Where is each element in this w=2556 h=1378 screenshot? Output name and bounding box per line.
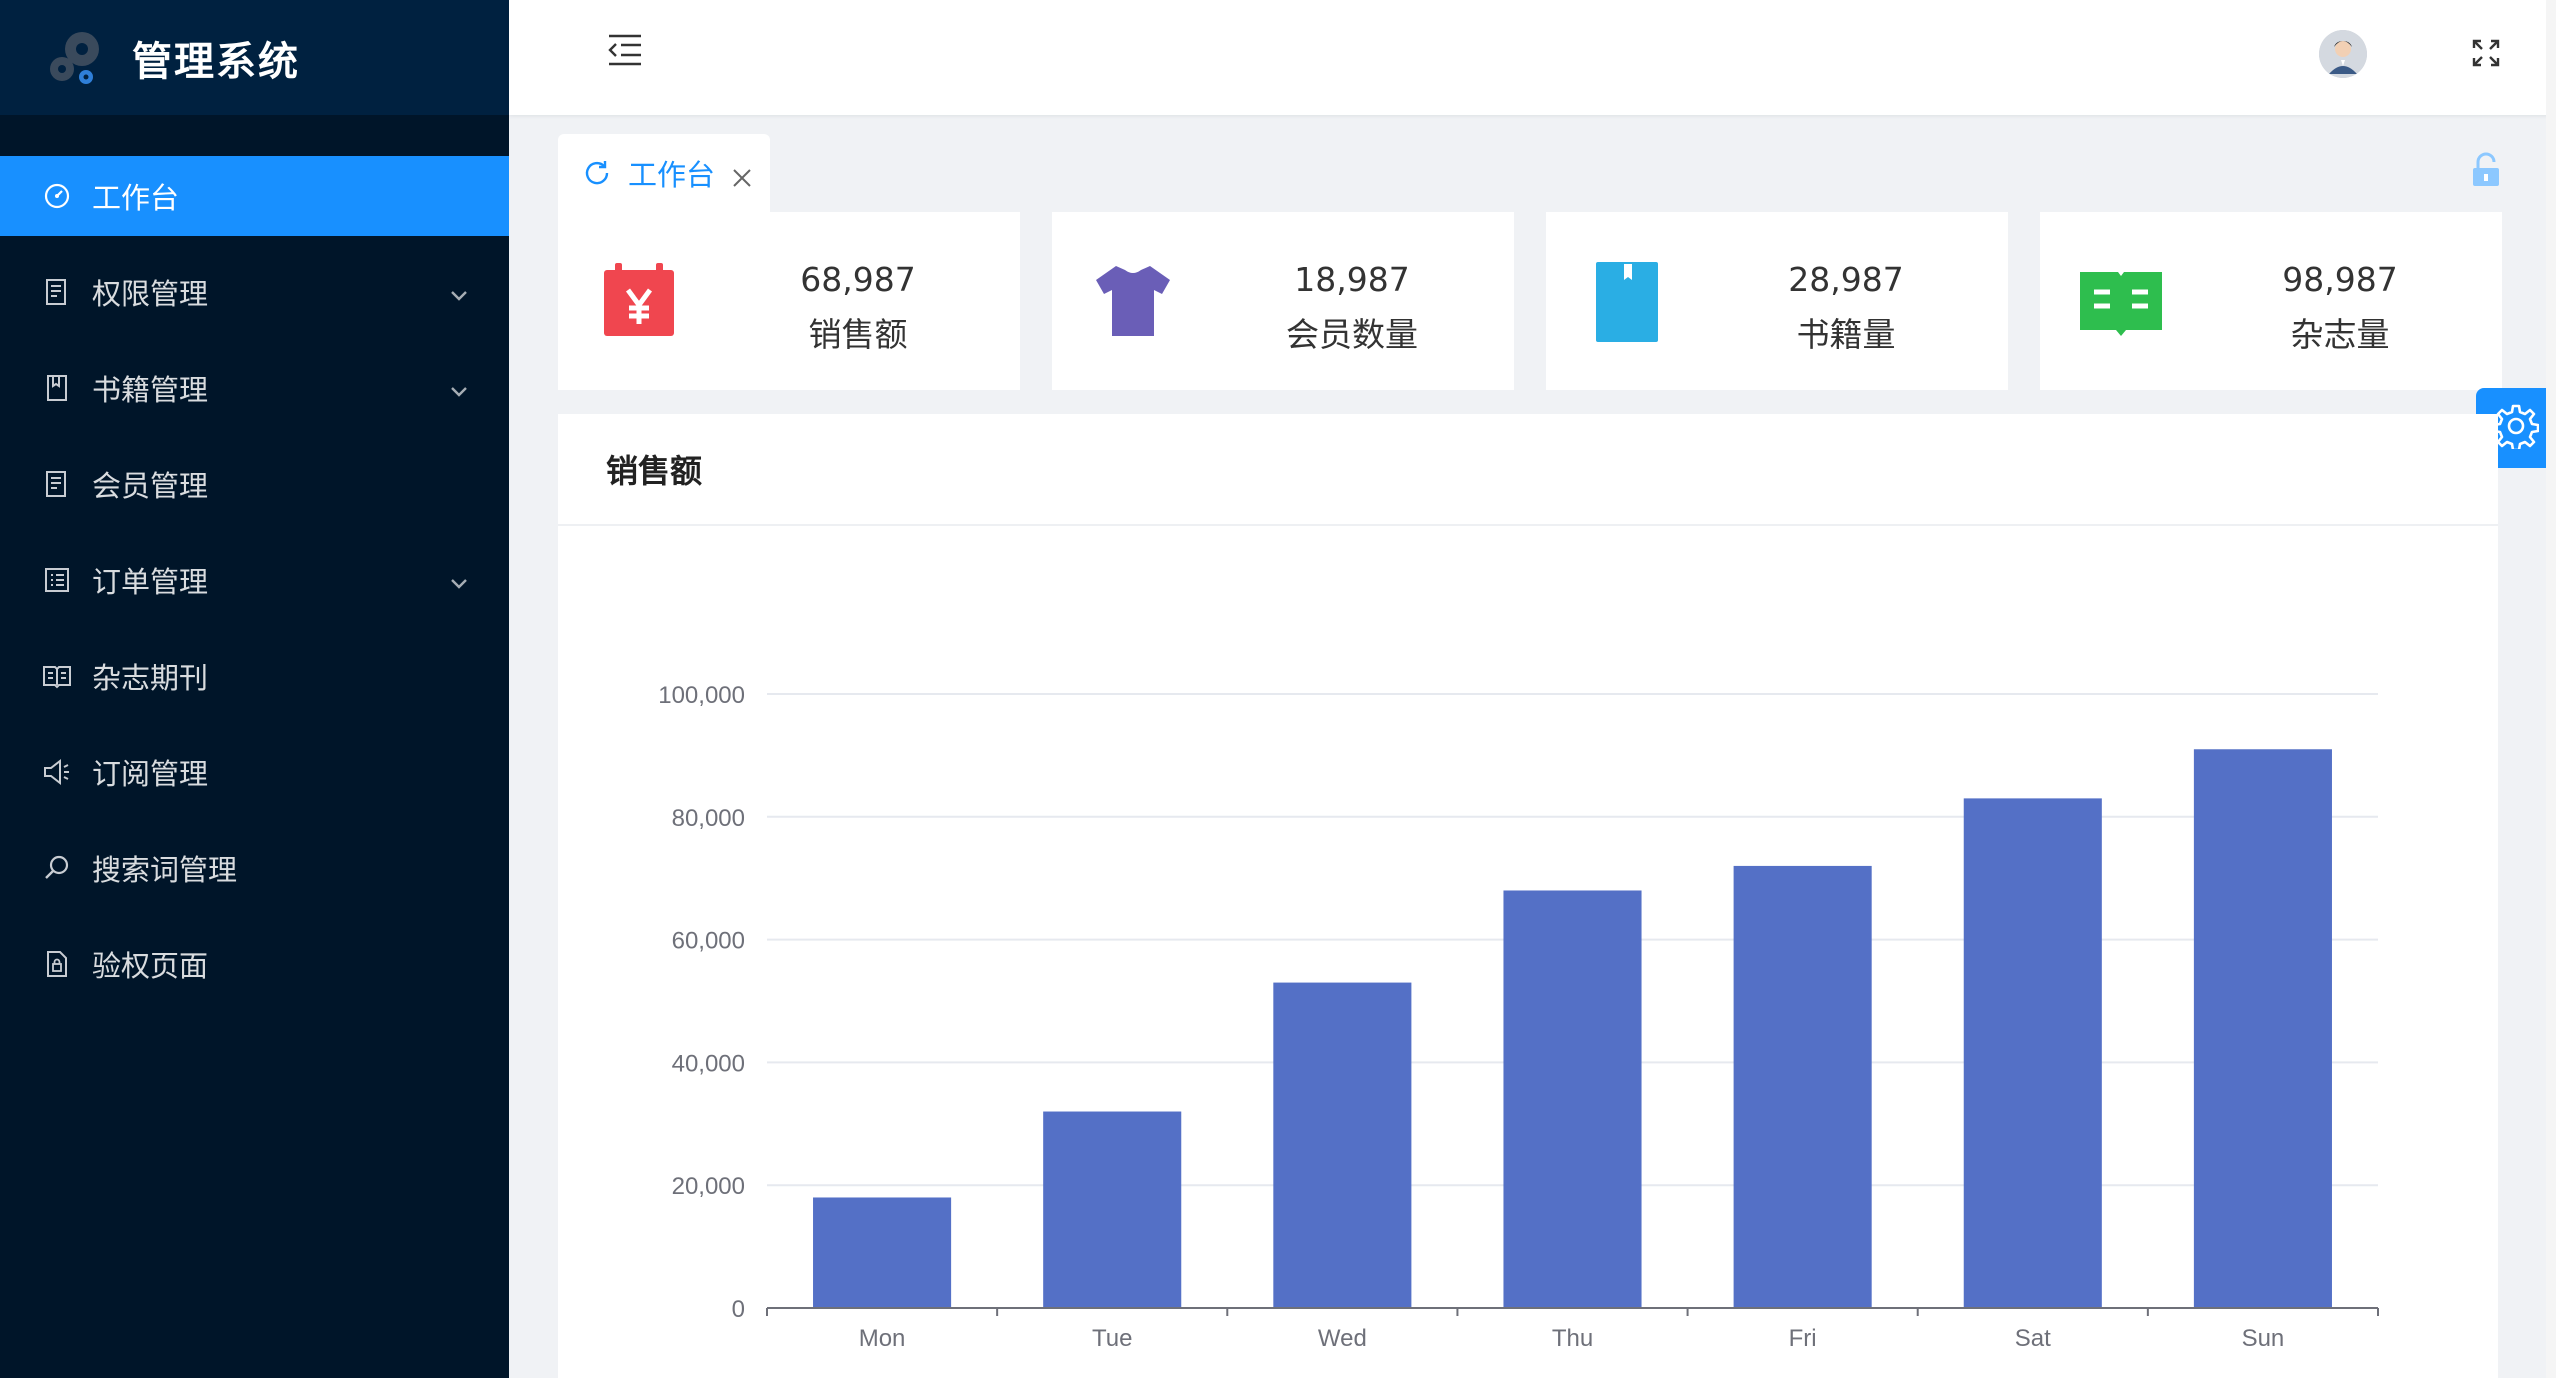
x-tick-label: Tue [1092, 1325, 1132, 1352]
sidebar-item-subscriptions[interactable]: 订阅管理 [0, 732, 509, 812]
y-tick-label: 40,000 [672, 1050, 745, 1077]
sidebar-item-permissions[interactable]: 权限管理 [0, 252, 509, 332]
sidebar-menu: 工作台 权限管理 书籍管理 会员管理 订单管理 杂志期刊 订阅管理 搜索词管理 … [0, 156, 509, 1004]
x-tick-label: Thu [1552, 1325, 1593, 1352]
stat-label: 销售额 [808, 315, 908, 354]
shirt-icon [1092, 260, 1174, 342]
bar [1733, 865, 1872, 1308]
sales-chart-panel: 销售额 0 20,000 40,000 60,000 80,000 100,000 Mon T… [558, 414, 2498, 1378]
sidebar-item-label: 验权页面 [92, 949, 209, 983]
logo-area: 管理系统 [0, 0, 509, 115]
open-book-icon [2080, 260, 2162, 342]
y-tick-label: 60,000 [672, 928, 745, 955]
chevron-down-icon [447, 280, 471, 304]
menu-fold-icon[interactable] [605, 30, 645, 70]
stat-label: 书籍量 [1796, 315, 1896, 354]
y-tick-label: 20,000 [672, 1173, 745, 1200]
y-tick-label: 80,000 [672, 805, 745, 832]
x-tick-label: Mon [859, 1325, 906, 1352]
file-lock-icon [42, 949, 72, 979]
fullscreen-icon[interactable] [2471, 38, 2501, 68]
user-avatar[interactable] [2319, 30, 2367, 78]
sidebar-item-orders[interactable]: 订单管理 [0, 540, 509, 620]
reload-icon[interactable] [582, 158, 612, 188]
audit-icon [42, 277, 72, 307]
audit-icon [42, 469, 72, 499]
x-tick-label: Fri [1789, 1325, 1817, 1352]
book-bookmark-icon [1586, 260, 1668, 342]
sidebar-item-search-terms[interactable]: 搜索词管理 [0, 828, 509, 908]
close-icon[interactable] [731, 162, 753, 187]
stat-value: 98,987 [2282, 260, 2398, 299]
bar [1963, 798, 2102, 1308]
read-icon [42, 661, 72, 691]
gear-icon [2492, 403, 2540, 453]
stat-card-books: 28,987 书籍量 [1546, 212, 2008, 390]
sidebar-item-label: 权限管理 [92, 277, 209, 311]
x-tick-label: Wed [1318, 1325, 1367, 1352]
stat-card-sales: 68,987 销售额 [558, 212, 1020, 390]
stat-card-members: 18,987 会员数量 [1052, 212, 1514, 390]
bar [1043, 1111, 1182, 1308]
bar [1503, 890, 1642, 1308]
bar [2193, 749, 2332, 1308]
sidebar-item-label: 工作台 [92, 181, 180, 215]
sidebar-item-magazines[interactable]: 杂志期刊 [0, 636, 509, 716]
stat-value: 28,987 [1788, 260, 1904, 299]
bar [813, 1197, 952, 1308]
bar [1273, 982, 1412, 1308]
top-header [509, 0, 2556, 115]
book-icon [42, 373, 72, 403]
gears-logo-icon [42, 25, 108, 91]
sidebar-item-label: 订单管理 [92, 565, 209, 599]
stat-label: 杂志量 [2290, 315, 2390, 354]
sidebar-item-members[interactable]: 会员管理 [0, 444, 509, 524]
tab-label: 工作台 [628, 158, 716, 192]
stat-value: 18,987 [1294, 260, 1410, 299]
calendar-yen-icon [598, 260, 680, 342]
search-icon [42, 853, 72, 883]
unlock-icon[interactable] [2470, 152, 2502, 188]
sidebar-item-label: 订阅管理 [92, 757, 209, 791]
y-tick-label: 0 [732, 1296, 745, 1323]
sidebar-item-dashboard[interactable]: 工作台 [0, 156, 509, 236]
sidebar-item-label: 会员管理 [92, 469, 209, 503]
page-scrollbar[interactable] [2546, 0, 2556, 1378]
stat-value: 68,987 [800, 260, 916, 299]
chevron-down-icon [447, 568, 471, 592]
stat-card-magazines: 98,987 杂志量 [2040, 212, 2502, 390]
sound-icon [42, 757, 72, 787]
stat-label: 会员数量 [1286, 315, 1418, 354]
sidebar-item-label: 书籍管理 [92, 373, 209, 407]
sidebar-item-label: 杂志期刊 [92, 661, 209, 695]
y-tick-label: 100,000 [658, 682, 745, 709]
sidebar-item-label: 搜索词管理 [92, 853, 238, 887]
list-icon [42, 565, 72, 595]
sidebar: 管理系统 工作台 权限管理 书籍管理 会员管理 订单管理 杂志期刊 订阅管理 搜… [0, 0, 509, 1378]
x-tick-label: Sun [2242, 1325, 2285, 1352]
sales-bar-chart: 0 20,000 40,000 60,000 80,000 100,000 Mon Tue We… [658, 682, 2379, 1352]
chevron-down-icon [447, 376, 471, 400]
tab-dashboard[interactable]: 工作台 [558, 134, 770, 212]
app-title: 管理系统 [132, 38, 300, 85]
dashboard-icon [42, 181, 72, 211]
x-tick-label: Sat [2015, 1325, 2051, 1352]
sidebar-item-books[interactable]: 书籍管理 [0, 348, 509, 428]
sidebar-item-auth-page[interactable]: 验权页面 [0, 924, 509, 1004]
